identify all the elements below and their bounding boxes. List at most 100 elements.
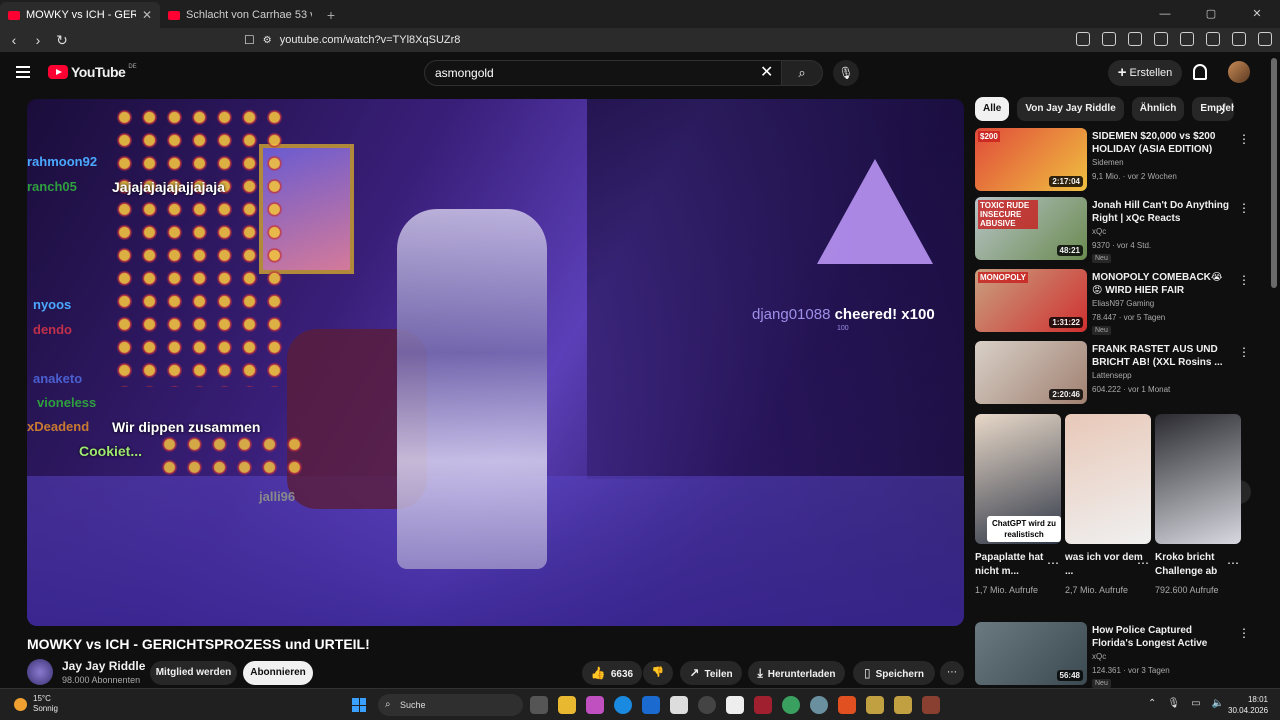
recommendation-item[interactable]: $200 2:17:04 SIDEMEN $20,000 vs $200 HOLID… (975, 128, 1250, 192)
store-icon[interactable] (670, 696, 688, 714)
channel-name[interactable]: Lattensepp (1092, 371, 1132, 380)
short-title[interactable]: Kroko bricht Challenge ab (1155, 551, 1235, 579)
video-thumbnail[interactable]: $200 2:17:04 (975, 128, 1087, 191)
volume-icon[interactable]: 🔈 (1212, 698, 1224, 709)
network-icon[interactable]: ▭ (1191, 698, 1200, 709)
channel-avatar[interactable] (27, 659, 53, 685)
like-button[interactable]: 👍 6636 (582, 661, 642, 685)
channel-name[interactable]: EliasN97 Gaming (1092, 299, 1154, 308)
short-title[interactable]: was ich vor dem ... (1065, 551, 1145, 579)
chip-from-channel[interactable]: Von Jay Jay Riddle (1017, 97, 1124, 121)
sidebar-icon[interactable] (1154, 32, 1168, 46)
more-options-icon[interactable]: ⋮ (1238, 626, 1250, 640)
weather-widget[interactable]: 15°C Sonnig (14, 694, 58, 714)
chip-recommended[interactable]: Empfehl (1192, 97, 1235, 121)
short-thumbnail[interactable] (1155, 414, 1241, 544)
maximize-icon[interactable]: ▢ (1188, 0, 1234, 28)
channel-name[interactable]: xQc (1092, 227, 1106, 236)
youtube-logo[interactable]: YouTube DE (48, 64, 137, 80)
browser-tab-active[interactable]: MOWKY vs ICH - GERICHTSPROZ ✕ (0, 2, 160, 28)
outlook-icon[interactable] (642, 696, 660, 714)
app-icon[interactable] (894, 696, 912, 714)
video-thumbnail[interactable]: MONOPOLY 1:31:22 (975, 269, 1087, 332)
back-icon[interactable]: ‹ (4, 32, 24, 48)
video-thumbnail[interactable]: TOXIC RUDE INSECURE ABUSIVE 48:21 (975, 197, 1087, 260)
clear-search-icon[interactable]: ✕ (760, 62, 773, 82)
system-clock[interactable]: 18:01 30.04.2026 (1228, 694, 1268, 716)
more-options-icon[interactable]: ⋮ (1238, 132, 1250, 146)
join-button[interactable]: Mitglied werden (150, 661, 237, 685)
copilot-icon[interactable] (586, 696, 604, 714)
save-button[interactable]: ▯ Speichern (853, 661, 935, 685)
app-icon[interactable] (810, 696, 828, 714)
windows-start-icon[interactable] (352, 698, 366, 712)
document-icon[interactable] (726, 696, 744, 714)
chips-next-icon[interactable]: › (1220, 102, 1225, 120)
brave-icon[interactable] (838, 696, 856, 714)
more-options-icon[interactable]: ⋮ (1238, 273, 1250, 287)
recommendation-item[interactable]: 2:20:46 FRANK RASTET AUS UND BRICHT AB! (… (975, 341, 1250, 405)
app-icon[interactable] (866, 696, 884, 714)
app-icon[interactable] (754, 696, 772, 714)
close-tab-icon[interactable]: ✕ (142, 8, 152, 22)
share-button[interactable]: ↗ Teilen (680, 661, 742, 685)
app-icon[interactable] (782, 696, 800, 714)
extension-icon[interactable] (1102, 32, 1116, 46)
create-button[interactable]: + Erstellen (1108, 60, 1182, 86)
subscribe-button[interactable]: Abonnieren (243, 661, 313, 685)
more-options-icon[interactable]: ⋮ (1238, 201, 1250, 215)
wallet-icon[interactable] (1180, 32, 1194, 46)
voice-search-button[interactable]: 🎙 (833, 60, 859, 86)
task-view-icon[interactable] (530, 696, 548, 714)
channel-name[interactable]: Jay Jay Riddle (62, 659, 145, 673)
more-options-icon[interactable]: ⋮ (1238, 345, 1250, 359)
new-tab-button[interactable]: + (320, 2, 342, 28)
search-button[interactable]: ⌕ (781, 60, 823, 86)
app-icon[interactable] (922, 696, 940, 714)
video-title[interactable]: SIDEMEN $20,000 vs $200 HOLIDAY (ASIA ED… (1092, 130, 1230, 156)
browser-tab[interactable]: Schlacht von Carrhae 53 v. Chr.: Parth (160, 2, 320, 28)
url-field[interactable]: ☐ ⚙ youtube.com/watch?v=TYl8XqSUZr8 (244, 30, 994, 50)
site-info-icon[interactable]: ⚙ (263, 35, 272, 46)
chip-all[interactable]: Alle (975, 97, 1010, 121)
recommendation-item[interactable]: TOXIC RUDE INSECURE ABUSIVE 48:21 Jonah Hi… (975, 197, 1250, 263)
dislike-button[interactable]: 👎 (643, 661, 673, 685)
video-player[interactable]: rahmoon92 ranch05 nyoos dendo anaketo vi… (27, 99, 964, 626)
minimize-icon[interactable]: — (1142, 0, 1188, 28)
video-thumbnail[interactable]: 56:48 (975, 622, 1087, 685)
search-input[interactable]: asmongold (424, 60, 786, 86)
edge-icon[interactable] (614, 696, 632, 714)
menu-icon[interactable] (1258, 32, 1272, 46)
more-options-icon[interactable]: ⋯ (1227, 556, 1239, 570)
chip-related[interactable]: Ähnlich (1131, 97, 1185, 121)
shield-icon[interactable] (1232, 32, 1246, 46)
video-title[interactable]: Jonah Hill Can't Do Anything Right | xQc… (1092, 199, 1230, 225)
forward-icon[interactable]: › (28, 32, 48, 48)
more-options-icon[interactable]: ⋯ (1137, 556, 1149, 570)
download-button[interactable]: ⤓ Herunterladen (748, 661, 845, 685)
account-avatar[interactable] (1228, 61, 1250, 83)
short-title[interactable]: Papaplatte hat nicht m... (975, 551, 1055, 579)
file-explorer-icon[interactable] (558, 696, 576, 714)
hamburger-menu-icon[interactable] (16, 66, 30, 81)
app-icon[interactable] (698, 696, 716, 714)
close-window-icon[interactable]: ✕ (1234, 0, 1280, 28)
more-actions-button[interactable]: ⋯ (940, 661, 964, 685)
bookmark-icon[interactable]: ☐ (244, 33, 255, 47)
channel-name[interactable]: xQc (1092, 652, 1106, 661)
taskbar-search[interactable]: ⌕ Suche (378, 694, 523, 716)
recommendation-item[interactable]: 56:48 How Police Captured Florida's Longe… (975, 622, 1250, 688)
short-thumbnail[interactable] (1065, 414, 1151, 544)
video-title[interactable]: MONOPOLY COMEBACK😭😡 WIRD HIER FAIR VERHA… (1092, 271, 1230, 298)
reload-icon[interactable]: ↻ (52, 32, 72, 49)
notifications-bell-icon[interactable] (1193, 64, 1207, 80)
ai-icon[interactable] (1206, 32, 1220, 46)
video-title[interactable]: How Police Captured Florida's Longest Ac… (1092, 624, 1230, 651)
video-thumbnail[interactable]: 2:20:46 (975, 341, 1087, 404)
more-options-icon[interactable]: ⋯ (1047, 556, 1059, 570)
scrollbar[interactable] (1271, 58, 1277, 288)
recommendation-item[interactable]: MONOPOLY 1:31:22 MONOPOLY COMEBACK😭😡 WIRD … (975, 269, 1250, 335)
microphone-icon[interactable]: 🎙 (1167, 698, 1180, 709)
chevron-up-icon[interactable]: ⌃ (1148, 698, 1156, 709)
video-title[interactable]: FRANK RASTET AUS UND BRICHT AB! (XXL Ros… (1092, 343, 1230, 369)
